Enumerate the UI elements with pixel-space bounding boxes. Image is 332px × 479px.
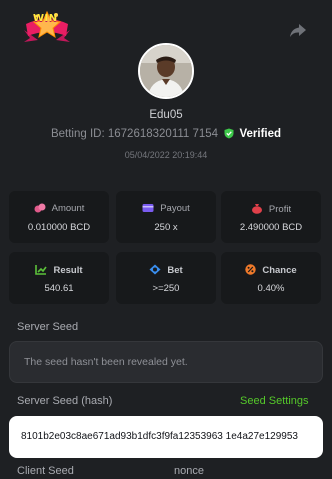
chance-card: Chance 0.40%: [221, 252, 321, 304]
verified-label: Verified: [239, 128, 282, 140]
payout-card: Payout 250 x: [116, 191, 216, 243]
target-icon: [149, 264, 161, 275]
server-seed-label: Server Seed: [17, 321, 79, 333]
server-seed-hash-field[interactable]: 8101b2e03c8ae671ad93b1dfc3f9fa12353963 1…: [9, 416, 323, 458]
payout-value: 250 x: [154, 222, 178, 233]
result-value: 540.61: [44, 283, 74, 294]
card-icon: [142, 204, 154, 212]
result-card: Result 540.61: [9, 252, 109, 304]
nonce-label: nonce: [174, 465, 204, 477]
profit-value: 2.490000 BCD: [239, 222, 303, 233]
server-seed-hash-label: Server Seed (hash): [17, 395, 113, 407]
server-seed-field[interactable]: The seed hasn't been revealed yet.: [9, 341, 323, 383]
amount-value: 0.010000 BCD: [27, 222, 91, 233]
share-button[interactable]: [288, 22, 308, 40]
win-badge-text: WIN: [33, 13, 58, 24]
username: Edu05: [149, 109, 183, 121]
payout-label: Payout: [160, 203, 190, 214]
chance-value: 0.40%: [257, 283, 285, 294]
percent-icon: [245, 264, 257, 275]
bet-value: >=250: [152, 283, 180, 294]
share-icon: [290, 24, 306, 37]
amount-card: Amount 0.010000 BCD: [9, 191, 109, 243]
coins-icon: [34, 203, 46, 213]
profit-label: Profit: [268, 204, 292, 215]
betting-id-row: Betting ID: 1672618320111 7154 Verified: [0, 128, 332, 140]
seed-settings-link[interactable]: Seed Settings: [240, 395, 309, 407]
amount-label: Amount: [51, 203, 85, 214]
chance-label: Chance: [262, 265, 297, 276]
client-seed-label: Client Seed: [17, 465, 74, 477]
betting-id-value: 1672618320111 7154: [107, 128, 219, 140]
chart-icon: [35, 265, 48, 275]
win-badge: WIN: [20, 8, 74, 48]
shield-check-icon: [224, 128, 234, 139]
result-label: Result: [53, 265, 83, 276]
money-bag-icon: [251, 204, 262, 214]
bet-datetime: 05/04/2022 20:19:44: [124, 150, 208, 160]
bet-label: Bet: [167, 265, 183, 276]
profit-card: Profit 2.490000 BCD: [221, 191, 321, 243]
betting-id-label: Betting ID:: [50, 128, 105, 140]
bet-card: Bet >=250: [116, 252, 216, 304]
avatar: [138, 43, 194, 99]
